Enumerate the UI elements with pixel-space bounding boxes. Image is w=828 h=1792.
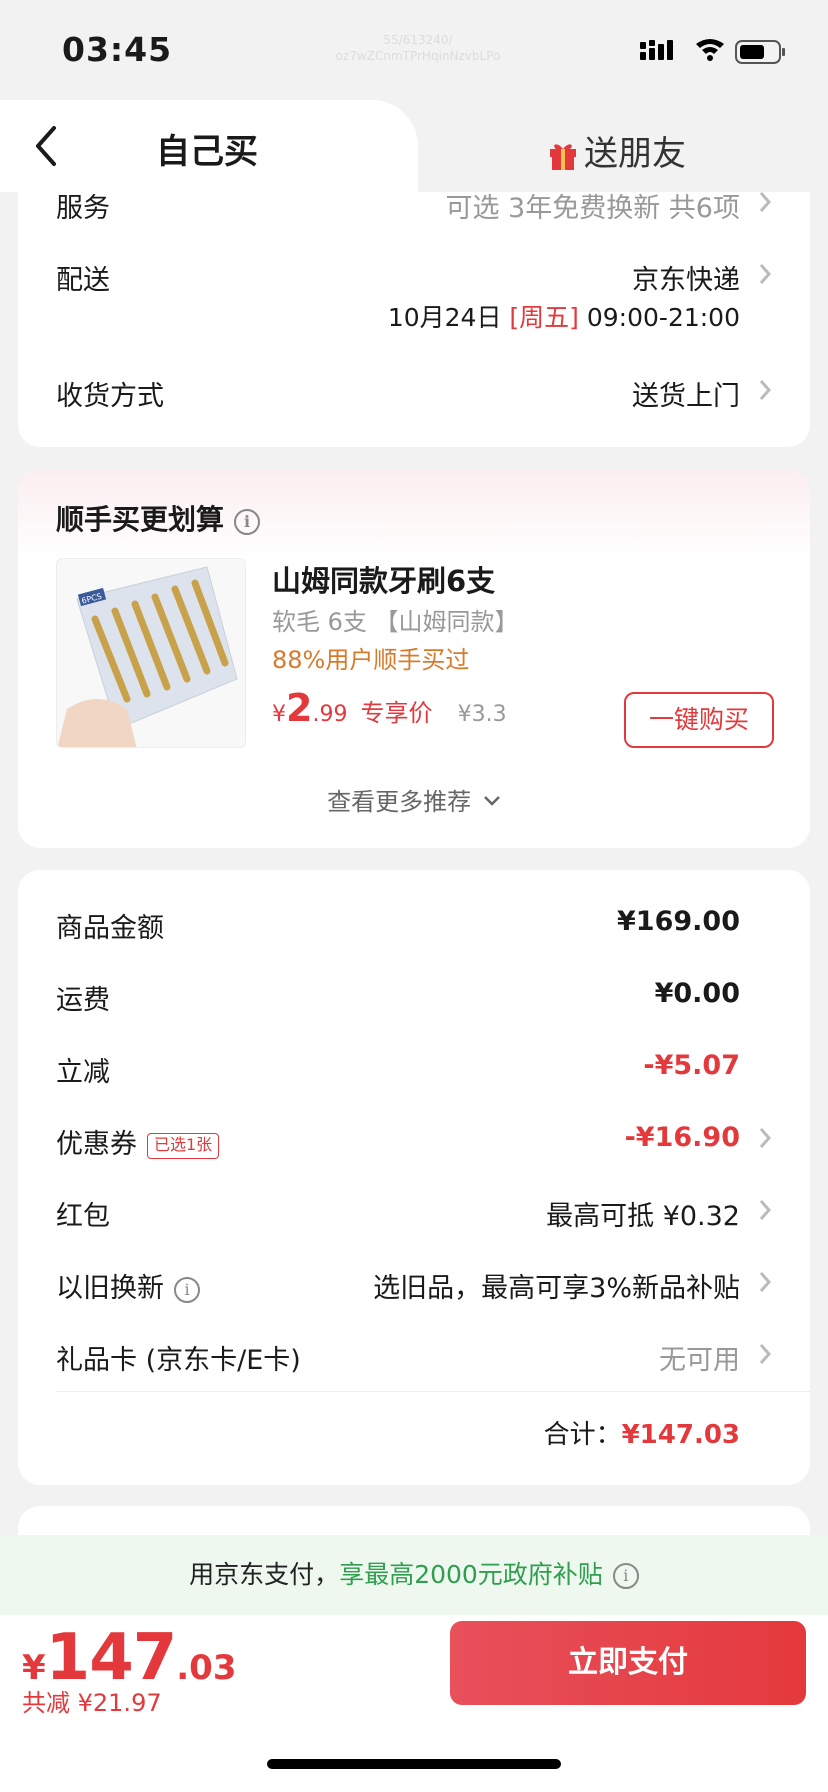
status-time: 03:45 (62, 30, 173, 69)
product-popularity: 88%用户顺手买过 (272, 646, 470, 674)
info-icon[interactable]: i (234, 509, 261, 535)
bottom-action-bar: ¥147.03 共减 ¥21.97 立即支付 (0, 1615, 828, 1792)
delivery-date-prefix: 10月24日 (387, 303, 502, 332)
coupon-row[interactable]: 优惠券 已选1张 -¥16.90 (56, 1122, 772, 1162)
chevron-down-icon (483, 796, 500, 806)
chevron-right-icon (758, 378, 772, 409)
total-value: ¥147.03 (621, 1420, 740, 1450)
tab-send-friend[interactable]: 送朋友 (548, 126, 686, 175)
product-spec: 软毛 6支 【山姆同款】 (272, 608, 519, 636)
product-price: ¥2.99 专享价 ¥3.3 (272, 686, 507, 730)
receive-method-row[interactable]: 收货方式 送货上门 (56, 374, 772, 414)
final-price-dec: .03 (176, 1648, 237, 1688)
price-dec: .99 (312, 702, 348, 727)
gift-card-row[interactable]: 礼品卡 (京东卡/E卡) 无可用 (56, 1338, 772, 1378)
goods-amount-row: 商品金额 ¥169.00 (56, 906, 772, 946)
receive-label: 收货方式 (56, 381, 164, 412)
chevron-right-icon (758, 262, 772, 293)
addon-title: 顺手买更划算 i (56, 498, 261, 538)
red-packet-value: 最高可抵 ¥0.32 (546, 1201, 740, 1232)
price-tag: 专享价 (360, 699, 433, 727)
jd-pay-promo-bar[interactable]: 用京东支付，享最高2000元政府补贴 i (0, 1535, 828, 1615)
price-currency: ¥ (272, 702, 286, 727)
watermark-text: 55/613240/ oz7wZCnmTPrHqinNzvbLPo (335, 33, 501, 63)
divider (56, 1391, 810, 1392)
chevron-right-icon (758, 1342, 772, 1373)
red-packet-label: 红包 (56, 1201, 110, 1232)
delivery-weekday: [周五] (509, 303, 579, 332)
instant-discount-value: -¥5.07 (643, 1050, 740, 1081)
info-icon[interactable]: i (174, 1277, 200, 1303)
home-indicator (267, 1759, 561, 1769)
instant-discount-label: 立减 (56, 1057, 110, 1088)
total-row: 合计：¥147.03 (56, 1414, 772, 1454)
signal-icon (640, 40, 673, 60)
freight-label: 运费 (56, 985, 110, 1016)
product-image[interactable]: 6PCS (56, 558, 246, 748)
delivery-date: 10月24日 [周五] 09:00-21:00 (388, 298, 740, 334)
gift-icon (550, 144, 576, 170)
service-label: 服务 (56, 193, 110, 224)
freight-row: 运费 ¥0.00 (56, 978, 772, 1018)
product-name[interactable]: 山姆同款牙刷6支 (272, 558, 495, 600)
purchase-mode-tabs: 自己买 送朋友 (0, 100, 828, 192)
final-price-currency: ¥ (22, 1648, 46, 1688)
price-original: ¥3.3 (457, 702, 507, 727)
more-recommendations-link[interactable]: 查看更多推荐 (18, 782, 810, 817)
price-summary-card: 商品金额 ¥169.00 运费 ¥0.00 立减 -¥5.07 优惠券 已选1张 … (18, 870, 810, 1485)
tab-self-label: 自己买 (156, 132, 258, 172)
addon-recommend-card: 顺手买更划算 i 6PCS 山姆同款牙刷6支 软毛 6支 【山姆同款】 88%用户… (18, 470, 810, 848)
battery-icon (735, 40, 785, 64)
wifi-icon (696, 39, 724, 61)
chevron-right-icon (758, 1198, 772, 1229)
status-icons (640, 38, 790, 68)
shipping-label: 配送 (56, 265, 110, 296)
coupon-label: 优惠券 (56, 1129, 137, 1160)
back-icon[interactable] (32, 124, 60, 172)
gift-card-value: 无可用 (659, 1345, 740, 1376)
trade-in-row[interactable]: 以旧换新 i 选旧品，最高可享3%新品补贴 (56, 1266, 772, 1306)
info-icon[interactable]: i (612, 1563, 639, 1589)
service-row[interactable]: 服务 可选 3年免费换新 共6项 (56, 186, 772, 226)
goods-amount-label: 商品金额 (56, 913, 164, 944)
pay-now-button[interactable]: 立即支付 (450, 1621, 806, 1705)
goods-amount-value: ¥169.00 (617, 906, 740, 937)
trade-in-label: 以旧换新 (56, 1273, 164, 1304)
shipping-value: 京东快递 (632, 265, 740, 296)
paybar-highlight: 享最高2000元政府补贴 (339, 1560, 603, 1589)
red-packet-row[interactable]: 红包 最高可抵 ¥0.32 (56, 1194, 772, 1234)
freight-value: ¥0.00 (654, 978, 740, 1009)
price-int: 2 (286, 686, 313, 730)
delivery-card: 服务 可选 3年免费换新 共6项 配送 京东快递 10月24日 [周五] 09:… (18, 192, 810, 447)
service-value: 可选 3年免费换新 共6项 (445, 193, 740, 224)
chevron-right-icon (758, 1126, 772, 1157)
total-saving: 共减 ¥21.97 (22, 1689, 162, 1717)
tab-buy-for-self[interactable]: 自己买 (0, 100, 418, 192)
chevron-right-icon (758, 190, 772, 221)
instant-discount-row: 立减 -¥5.07 (56, 1050, 772, 1090)
shipping-row[interactable]: 配送 京东快递 10月24日 [周五] 09:00-21:00 (56, 258, 772, 338)
status-bar: 03:45 55/613240/ oz7wZCnmTPrHqinNzvbLPo (0, 0, 828, 100)
tab-friend-label: 送朋友 (584, 134, 686, 174)
coupon-selected-badge: 已选1张 (147, 1133, 220, 1159)
total-label: 合计： (543, 1420, 622, 1450)
one-click-buy-button[interactable]: 一键购买 (624, 692, 774, 748)
paybar-prefix: 用京东支付， (189, 1560, 340, 1589)
receive-value: 送货上门 (632, 381, 740, 412)
coupon-value: -¥16.90 (624, 1122, 740, 1153)
chevron-right-icon (758, 1270, 772, 1301)
trade-in-value: 选旧品，最高可享3%新品补贴 (373, 1273, 740, 1304)
gift-card-label: 礼品卡 (京东卡/E卡) (56, 1345, 301, 1376)
delivery-time: 09:00-21:00 (586, 303, 740, 332)
